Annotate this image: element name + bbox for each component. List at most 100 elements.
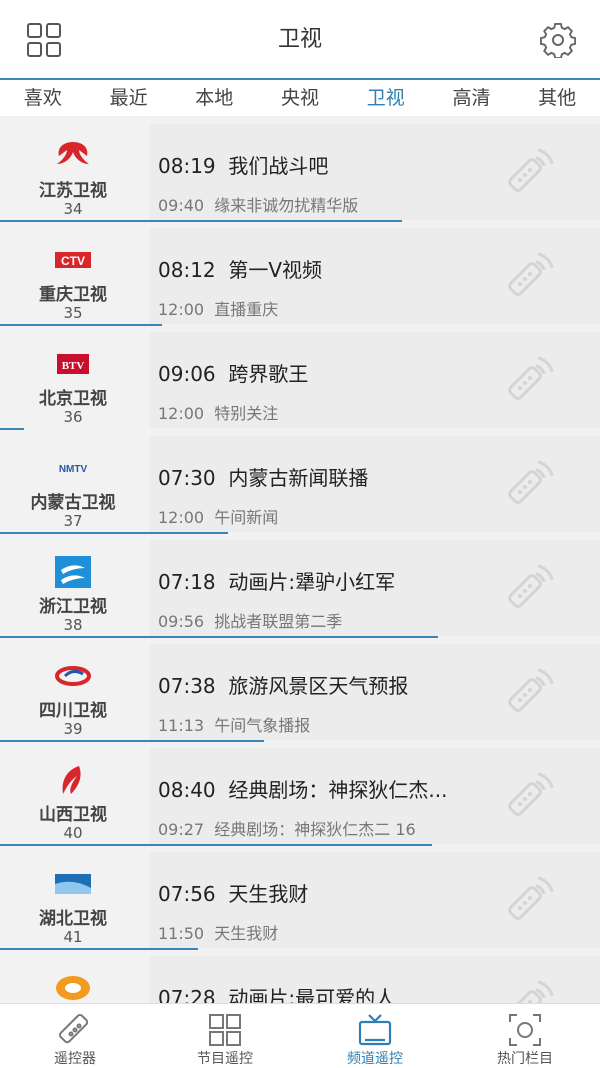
tab-favorite[interactable]: 喜欢 [0, 80, 86, 116]
channel-name: 重庆卫视 [39, 285, 107, 305]
ctv-logo-icon: CTV [53, 244, 93, 276]
channel-remote-icon[interactable] [504, 146, 554, 196]
jiangsu-logo-icon [53, 140, 93, 172]
channel-remote-icon[interactable] [504, 354, 554, 404]
channel-remote-icon[interactable] [504, 770, 554, 820]
hot-column-icon [509, 1014, 541, 1046]
current-title: 第一V视频 [228, 258, 323, 282]
tab-other[interactable]: 其他 [514, 80, 600, 116]
next-program: 09:56 挑战者联盟第二季 [158, 608, 342, 632]
current-title: 跨界歌王 [228, 362, 309, 386]
channel-info: 江苏卫视 34 [0, 124, 146, 220]
next-title: 挑战者联盟第二季 [214, 612, 343, 631]
next-program: 09:27 经典剧场：神探狄仁杰二 16 [158, 816, 416, 840]
next-program: 12:00 特别关注 [158, 400, 278, 424]
channel-row[interactable]: CTV 重庆卫视 35 08:12 第一V视频 12:00 直播重庆 [0, 222, 600, 326]
page-title: 卫视 [277, 27, 322, 52]
bottom-nav: 遥控器 节目遥控 频道遥控 热门栏目 [0, 1003, 600, 1068]
program-info: 08:12 第一V视频 12:00 直播重庆 [150, 228, 600, 324]
current-time: 08:40 [158, 778, 216, 802]
next-title: 午间气象播报 [214, 716, 311, 735]
program-info: 07:56 天生我财 11:50 天生我财 [150, 852, 600, 948]
next-program: 11:13 午间气象播报 [158, 712, 310, 736]
nav-remote[interactable]: 遥控器 [0, 1004, 150, 1068]
gear-icon[interactable] [540, 22, 576, 58]
nav-channel[interactable]: 频道遥控 [300, 1004, 450, 1068]
program-info: 09:06 跨界歌王 12:00 特别关注 [150, 332, 600, 428]
next-title: 直播重庆 [214, 300, 279, 319]
next-time: 12:00 [158, 508, 205, 527]
program-info: 07:30 内蒙古新闻联播 12:00 午间新闻 [150, 436, 600, 532]
next-title: 缘来非诚勿扰精华版 [214, 196, 359, 215]
channel-row[interactable]: 四川卫视 39 07:38 旅游风景区天气预报 11:13 午间气象播报 [0, 638, 600, 742]
channel-row[interactable]: 山西卫视 40 08:40 经典剧场：神探狄仁杰... 09:27 经典剧场：神探狄仁… [0, 742, 600, 846]
svg-text:BTV: BTV [62, 360, 85, 372]
program-info: 07:18 动画片:犟驴小红军 09:56 挑战者联盟第二季 [150, 540, 600, 636]
current-title: 旅游风景区天气预报 [228, 674, 409, 698]
current-title: 动画片:犟驴小红军 [228, 570, 396, 594]
channel-remote-icon[interactable] [504, 978, 554, 1003]
channel-info: BTV 北京卫视 36 [0, 332, 146, 428]
next-title: 经典剧场：神探狄仁杰二 16 [214, 820, 416, 839]
tab-cctv[interactable]: 央视 [257, 80, 343, 116]
channel-row[interactable]: NMTV 内蒙古卫视 37 07:30 内蒙古新闻联播 12:00 午间新闻 [0, 430, 600, 534]
channel-row[interactable]: 浙江卫视 38 07:18 动画片:犟驴小红军 09:56 挑战者联盟第二季 [0, 534, 600, 638]
nav-label: 遥控器 [54, 1051, 96, 1067]
nav-program[interactable]: 节目遥控 [150, 1004, 300, 1068]
nav-hot[interactable]: 热门栏目 [450, 1004, 600, 1068]
tab-satellite[interactable]: 卫视 [343, 80, 429, 116]
nmtv-logo-icon: NMTV [53, 452, 93, 484]
current-program: 08:12 第一V视频 [158, 254, 322, 283]
tab-recent[interactable]: 最近 [86, 80, 172, 116]
current-program: 08:40 经典剧场：神探狄仁杰... [158, 774, 447, 803]
current-program: 07:18 动画片:犟驴小红军 [158, 566, 395, 595]
channel-remote-icon[interactable] [504, 562, 554, 612]
channel-info: NMTV 内蒙古卫视 37 [0, 436, 146, 532]
channel-row[interactable]: BTV 北京卫视 36 09:06 跨界歌王 12:00 特别关注 [0, 326, 600, 430]
next-time: 09:27 [158, 820, 205, 839]
program-info: 08:19 我们战斗吧 09:40 缘来非诚勿扰精华版 [150, 124, 600, 220]
channel-row[interactable]: 湖北卫视 41 07:56 天生我财 11:50 天生我财 [0, 846, 600, 950]
current-time: 07:18 [158, 570, 216, 594]
program-info: 07:28 动画片:最可爱的人 [150, 956, 600, 1003]
next-program: 12:00 午间新闻 [158, 504, 278, 528]
channel-info: 山西卫视 40 [0, 748, 146, 844]
channel-name: 北京卫视 [39, 389, 107, 409]
channel-name: 四川卫视 [39, 701, 107, 721]
tab-local[interactable]: 本地 [171, 80, 257, 116]
channel-info: 浙江卫视 38 [0, 540, 146, 636]
current-time: 07:30 [158, 466, 216, 490]
current-title: 动画片:最可爱的人 [228, 986, 396, 1003]
channel-number: 34 [63, 200, 83, 218]
channel-name: 浙江卫视 [39, 597, 107, 617]
channel-number: 36 [63, 408, 83, 426]
channel-row[interactable]: 江苏卫视 34 08:19 我们战斗吧 09:40 缘来非诚勿扰精华版 [0, 118, 600, 222]
channel-number: 37 [63, 512, 83, 530]
next-time: 09:40 [158, 196, 205, 215]
shanxi-logo-icon [53, 764, 93, 796]
current-program: 09:06 跨界歌王 [158, 358, 308, 387]
next-time: 12:00 [158, 404, 205, 423]
channel-remote-icon[interactable] [504, 874, 554, 924]
channel-row[interactable]: 07:28 动画片:最可爱的人 [0, 950, 600, 1003]
channel-remote-icon[interactable] [504, 666, 554, 716]
tab-hd[interactable]: 高清 [429, 80, 515, 116]
current-program: 07:38 旅游风景区天气预报 [158, 670, 408, 699]
next-time: 12:00 [158, 300, 205, 319]
next-program: 11:50 天生我财 [158, 920, 278, 944]
channel-remote-icon[interactable] [504, 250, 554, 300]
hunan-logo-icon [53, 972, 93, 1003]
current-title: 天生我财 [228, 882, 309, 906]
next-time: 09:56 [158, 612, 205, 631]
nav-label: 热门栏目 [497, 1051, 553, 1067]
channel-info [0, 956, 146, 1003]
channel-info: CTV 重庆卫视 35 [0, 228, 146, 324]
channel-number: 35 [63, 304, 83, 322]
current-program: 08:19 我们战斗吧 [158, 150, 328, 179]
next-time: 11:13 [158, 716, 205, 735]
program-info: 08:40 经典剧场：神探狄仁杰... 09:27 经典剧场：神探狄仁杰二 16 [150, 748, 600, 844]
zhejiang-logo-icon [53, 556, 93, 588]
channel-remote-icon[interactable] [504, 458, 554, 508]
current-time: 07:38 [158, 674, 216, 698]
current-time: 08:19 [158, 154, 216, 178]
